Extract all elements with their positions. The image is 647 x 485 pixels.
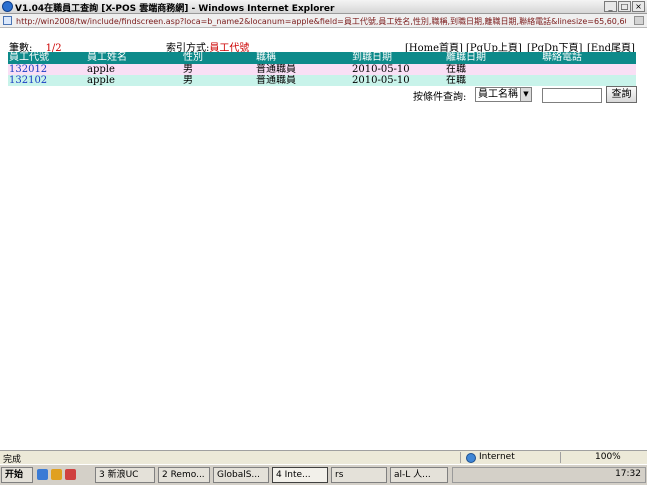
employee-code-cell[interactable]: 132102 [8,75,86,86]
system-tray: 17:32 [452,467,646,483]
go-icon[interactable] [634,16,644,25]
column-header[interactable]: 到職日期 [351,52,445,64]
maximize-button[interactable]: □ [618,1,631,12]
security-zone: Internet [479,452,515,462]
clock[interactable]: 17:32 [615,469,641,479]
minimize-button[interactable]: _ [604,1,617,12]
column-header[interactable]: 員工姓名 [86,52,182,64]
column-header[interactable]: 離職日期 [445,52,541,64]
table-row[interactable]: 132012 apple 男 普通職員 2010-05-10 在職 [8,64,636,75]
start-button[interactable]: 开始 [1,467,33,483]
employee-code-cell[interactable]: 132012 [8,64,86,75]
task-button[interactable]: al-L 人... [390,467,448,483]
phone-cell [541,75,636,86]
ie-icon [2,1,13,12]
query-button[interactable]: 查詢 [606,86,637,103]
column-header[interactable]: 職稱 [255,52,351,64]
employee-table: 員工代號 員工姓名 性別 職稱 到職日期 離職日期 聯絡電話 132012 ap… [8,52,636,86]
query-field-value: 員工名稱 [478,89,518,100]
status-divider [560,452,561,463]
globe-icon [466,453,476,463]
column-header[interactable]: 員工代號 [8,52,86,64]
url-text[interactable]: http://win2008/tw/include/findscreen.asp… [16,16,626,27]
column-header[interactable]: 性別 [182,52,255,64]
employee-name-cell: apple [86,64,182,75]
table-row[interactable]: 132102 apple 男 普通職員 2010-05-10 在職 [8,75,636,86]
title-cell: 普通職員 [255,75,351,86]
taskbar: 开始 3 新浪UC 2 Remo... GlobalS... 4 Inte...… [0,464,647,485]
quicklaunch-app-icon[interactable] [65,469,76,480]
close-button[interactable]: × [632,1,645,12]
zoom-level[interactable]: 100% [595,452,621,462]
task-button[interactable]: 4 Inte... [272,467,328,483]
hire-date-cell: 2010-05-10 [351,64,445,75]
query-field-select[interactable]: 員工名稱 ▼ [475,87,532,102]
page-icon [3,16,12,25]
status-divider [460,452,461,463]
chevron-down-icon[interactable]: ▼ [520,88,531,101]
table-header-row: 員工代號 員工姓名 性別 職稱 到職日期 離職日期 聯絡電話 [8,52,636,64]
phone-cell [541,64,636,75]
query-label: 按條件查詢: [413,92,467,103]
status-bar: 完成 Internet 100% [0,450,647,465]
page-content: 筆數: 1/2 索引方式:員工代號 [Home首頁] [PgUp上頁] [PgD… [0,29,647,450]
title-bar: V1.04在職員工查詢 [X-POS 雲端商務網] - Windows Inte… [0,0,647,14]
task-button[interactable]: 2 Remo... [158,467,210,483]
status-cell: 在職 [445,64,541,75]
gender-cell: 男 [182,64,255,75]
window-title: V1.04在職員工查詢 [X-POS 雲端商務網] - Windows Inte… [15,4,335,14]
task-button[interactable]: rs [331,467,387,483]
gender-cell: 男 [182,75,255,86]
task-button[interactable]: 3 新浪UC [95,467,155,483]
address-bar[interactable]: http://win2008/tw/include/findscreen.asp… [0,14,647,28]
task-button[interactable]: GlobalS... [213,467,269,483]
title-cell: 普通職員 [255,64,351,75]
quicklaunch-browser-icon[interactable] [37,469,48,480]
employee-name-cell: apple [86,75,182,86]
hire-date-cell: 2010-05-10 [351,75,445,86]
query-input[interactable] [542,88,602,103]
quicklaunch-chat-icon[interactable] [51,469,62,480]
status-cell: 在職 [445,75,541,86]
column-header[interactable]: 聯絡電話 [541,52,636,64]
